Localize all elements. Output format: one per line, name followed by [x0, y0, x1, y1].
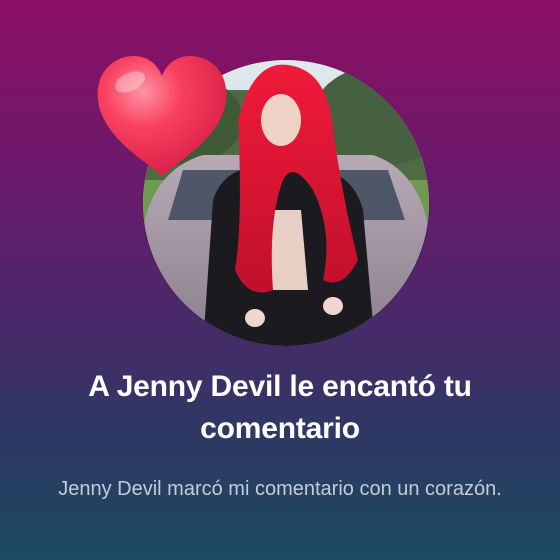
notification-card: A Jenny Devil le encantó tu comentario J…	[0, 0, 560, 560]
notification-subtitle: Jenny Devil marcó mi comentario con un c…	[58, 478, 502, 500]
heart-icon	[92, 52, 232, 180]
notification-title: A Jenny Devil le encantó tu comentario	[88, 370, 472, 445]
